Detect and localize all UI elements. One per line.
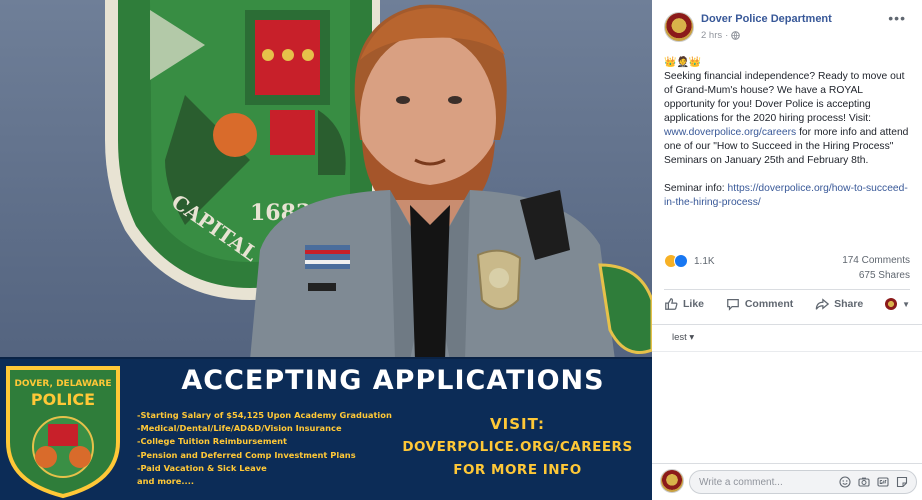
visit-label: VISIT:: [490, 415, 545, 433]
careers-link[interactable]: www.doverpolice.org/careers: [664, 127, 796, 138]
comment-button[interactable]: Comment: [726, 297, 793, 311]
current-user-avatar: [660, 469, 684, 493]
page-name-link[interactable]: Dover Police Department: [701, 13, 832, 25]
post-meta: 2 hrs ·: [701, 30, 741, 41]
reactions-count: 1.1K: [694, 255, 715, 267]
divider: [652, 351, 922, 352]
share-button[interactable]: Share: [815, 297, 863, 311]
post-details-panel: Dover Police Department 2 hrs · ••• 👑🤵👑 …: [652, 0, 922, 500]
post-body: Seeking financial independence? Ready to…: [664, 70, 912, 224]
benefit-item: -Paid Vacation & Sick Leave: [137, 462, 267, 473]
comment-composer: [689, 470, 917, 494]
divider: [664, 289, 910, 290]
post-photo[interactable]: CAPITAL OF TH 1683 DOVER, DELAWARE POLIC…: [0, 0, 652, 500]
reactions-summary[interactable]: 1.1K: [664, 254, 715, 268]
benefit-item: -College Tuition Reimbursement: [137, 436, 287, 447]
divider: [652, 463, 922, 464]
post-actions-bar: Like Comment Share ▼: [664, 297, 910, 311]
visit-website-callout: VISIT: DOVERPOLICE.ORG/CAREERS FOR MORE …: [395, 415, 640, 478]
thumbs-up-icon: [665, 298, 678, 310]
benefits-list: -Starting Salary of $54,125 Upon Academy…: [137, 409, 392, 488]
careers-url: DOVERPOLICE.ORG/CAREERS: [402, 439, 633, 455]
shares-count[interactable]: 675 Shares: [859, 270, 910, 281]
post-timestamp[interactable]: 2 hrs: [701, 30, 722, 41]
react-as-selector[interactable]: ▼: [885, 298, 910, 310]
comments-count[interactable]: 174 Comments: [842, 255, 910, 266]
benefit-item: -Starting Salary of $54,125 Upon Academy…: [137, 410, 392, 420]
more-info-label: FOR MORE INFO: [453, 462, 582, 478]
divider: [652, 324, 922, 325]
comment-icon: [726, 299, 739, 311]
more-options-icon[interactable]: •••: [888, 10, 906, 26]
like-reaction-icon: [674, 254, 688, 268]
benefit-item: and more....: [137, 476, 195, 487]
benefit-item: -Medical/Dental/Life/AD&D/Vision Insuran…: [137, 423, 342, 434]
comment-input[interactable]: [699, 476, 819, 488]
post-paragraph: Seeking financial independence? Ready to…: [664, 71, 909, 166]
camera-icon[interactable]: [858, 476, 870, 488]
facebook-photo-viewer: CAPITAL OF TH 1683 DOVER, DELAWARE POLIC…: [0, 0, 922, 500]
globe-icon: [731, 31, 741, 40]
post-paragraph: Seminar info: https://doverpolice.org/ho…: [664, 183, 908, 208]
accepting-applications-heading: ACCEPTING APPLICATIONS: [181, 365, 605, 396]
emoji-icon[interactable]: [839, 476, 851, 488]
react-as-avatar: [885, 298, 898, 310]
gif-icon[interactable]: [877, 476, 889, 488]
dover-police-badge-logo: DOVER, DELAWARE POLICE: [6, 366, 120, 499]
page-avatar[interactable]: [664, 12, 694, 42]
share-arrow-icon: [815, 298, 830, 310]
benefit-item: -Pension and Deferred Comp Investment Pl…: [137, 449, 356, 460]
post-emoji-line: 👑🤵👑: [664, 57, 702, 68]
sticker-icon[interactable]: [896, 476, 908, 488]
chevron-down-icon: ▼: [902, 299, 910, 309]
svg-text:POLICE: POLICE: [31, 390, 95, 409]
svg-text:DOVER, DELAWARE: DOVER, DELAWARE: [14, 379, 111, 389]
like-button[interactable]: Like: [664, 297, 704, 311]
comment-sort-dropdown[interactable]: lest ▾: [672, 332, 694, 343]
